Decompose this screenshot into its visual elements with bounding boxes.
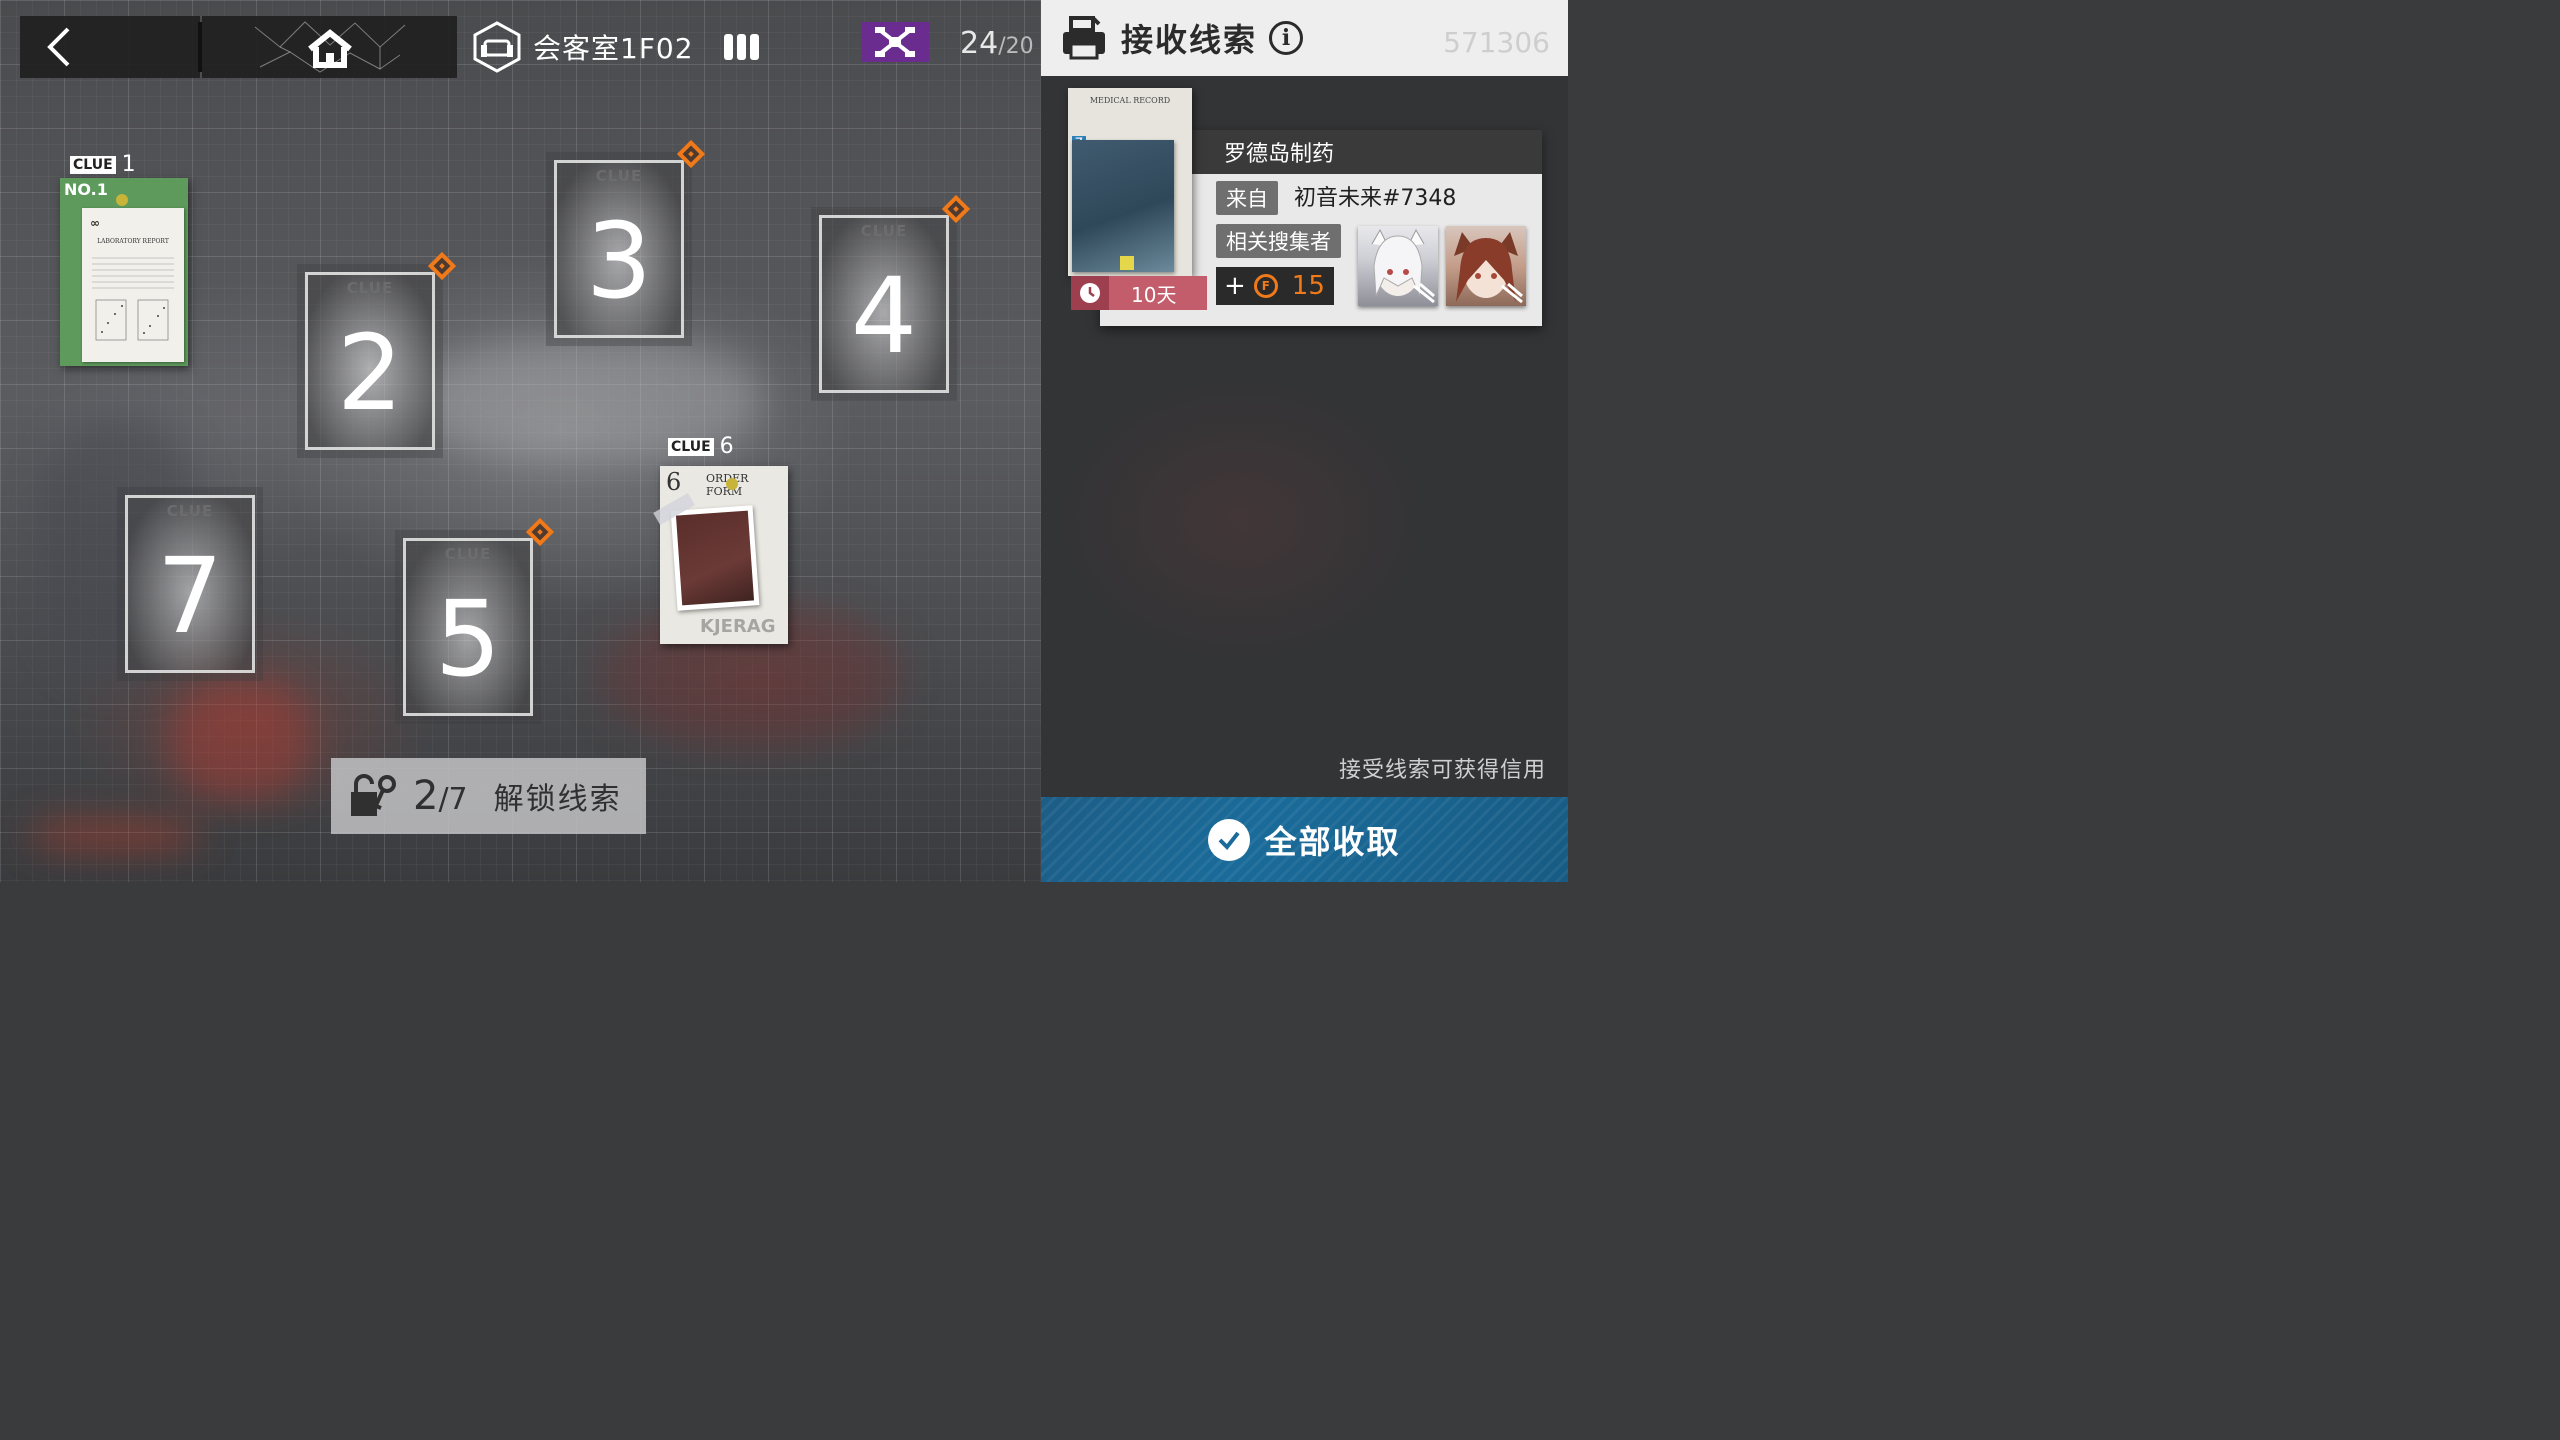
- background-furniture: [170, 680, 310, 800]
- collect-all-button[interactable]: 全部收取: [1041, 797, 1568, 882]
- slot-number: 3: [585, 200, 653, 322]
- slot-number: 7: [156, 535, 224, 657]
- clue-slot-2[interactable]: CLUE 2: [305, 272, 435, 450]
- clue-slot-5[interactable]: CLUE 5: [403, 538, 533, 716]
- collector-avatar[interactable]: [1358, 226, 1438, 306]
- container-photo: [670, 505, 760, 611]
- panel-header-ghost-text: 571306: [1443, 26, 1550, 59]
- clue-tag-number: 6: [719, 434, 734, 459]
- time-left-badge: 10天: [1071, 276, 1207, 310]
- room-title: 会客室1F02: [533, 32, 694, 65]
- operator-portrait-icon: [1454, 232, 1523, 304]
- printer-icon: [1063, 16, 1105, 60]
- panel-title: 接收线索: [1121, 21, 1258, 59]
- doc-stamp: KJERAG: [700, 616, 776, 637]
- clue-title: 罗德岛制药: [1224, 142, 1335, 167]
- credit-plus: +: [1224, 271, 1246, 301]
- clue-doc-number: NO.1: [64, 180, 108, 199]
- drone-count: 24/20: [960, 26, 1034, 61]
- clue-tag-number: 1: [121, 152, 136, 177]
- collectors-label: 相关搜集者: [1216, 224, 1341, 258]
- slot-number: 4: [850, 255, 918, 377]
- slot-number: 5: [434, 578, 502, 700]
- check-icon: [1208, 818, 1251, 861]
- drone-icon: [875, 27, 915, 57]
- container-image: [675, 510, 755, 606]
- operator-portrait-icon: [1371, 228, 1435, 304]
- clue-board: CLUE 2 CLUE 3 CLUE 4 CLUE 7 CLUE 5 CLUE …: [0, 0, 1041, 882]
- back-arrow-icon: [47, 27, 70, 67]
- back-button[interactable]: [20, 16, 200, 78]
- slot-clue-label: CLUE: [166, 502, 214, 520]
- time-left: 10天: [1131, 282, 1177, 307]
- home-button[interactable]: [202, 16, 457, 78]
- panel-header: 接收线索 i 571306: [1041, 0, 1568, 76]
- info-icon[interactable]: i: [1269, 21, 1304, 55]
- clue-6-document[interactable]: 6 ORDER FORM KJERAG: [653, 466, 788, 644]
- from-player-name: 初音未来#7348: [1294, 186, 1457, 211]
- warning-icon: [1120, 256, 1134, 270]
- clue-6-tag: CLUE 6: [668, 434, 734, 459]
- slot-clue-label: CLUE: [346, 279, 394, 297]
- clue-1-document[interactable]: NO.1 ∞ LABORATORY REPORT: [60, 178, 188, 366]
- from-label: 来自: [1216, 181, 1278, 215]
- home-icon: [254, 21, 405, 73]
- slot-clue-label: CLUE: [860, 222, 908, 240]
- key-lock-icon: [351, 774, 396, 816]
- unlock-clues-button[interactable]: 2/7 解锁线索: [331, 758, 646, 834]
- clue-slot-3[interactable]: CLUE 3: [554, 160, 684, 338]
- drone-button[interactable]: [861, 22, 929, 62]
- lab-report-chart-icon: [92, 257, 174, 341]
- clue-7-document[interactable]: MEDICAL RECORD 7: [1068, 88, 1192, 276]
- unlock-label: 解锁线索: [493, 782, 622, 817]
- doc-header: MEDICAL RECORD: [1089, 96, 1171, 105]
- credit-amount: 15: [1291, 271, 1325, 301]
- credit-hint: 接受线索可获得信用: [1338, 758, 1546, 783]
- credit-reward: + F 15: [1216, 267, 1334, 305]
- collect-all-label: 全部收取: [1264, 822, 1401, 861]
- room-level-icon: [723, 34, 759, 60]
- collector-avatar[interactable]: [1446, 226, 1526, 306]
- slot-clue-label: CLUE: [595, 167, 643, 185]
- room-info: 会客室1F02: [459, 16, 789, 78]
- slot-number: 2: [336, 312, 404, 434]
- clue-tag-label: CLUE: [70, 155, 116, 174]
- medical-scan-image: [1072, 140, 1174, 272]
- pin-icon: [726, 478, 738, 490]
- laboratory-report-sheet: ∞ LABORATORY REPORT: [82, 208, 184, 362]
- clue-slot-7[interactable]: CLUE 7: [125, 495, 255, 673]
- pin-icon: [116, 194, 128, 206]
- clue-1-tag: CLUE 1: [70, 152, 136, 177]
- clue-doc-number: 6: [666, 468, 682, 496]
- unlocked-count: 2/7: [413, 773, 468, 819]
- credit-coin-icon: F: [1253, 274, 1278, 298]
- clue-tag-label: CLUE: [668, 437, 714, 456]
- doc-title: ORDER FORM: [706, 472, 748, 498]
- sofa-icon: [473, 21, 521, 73]
- slot-clue-label: CLUE: [444, 545, 492, 563]
- clue-slot-4[interactable]: CLUE 4: [819, 215, 949, 393]
- clock-icon: [1071, 276, 1109, 310]
- background-furniture: [30, 820, 200, 850]
